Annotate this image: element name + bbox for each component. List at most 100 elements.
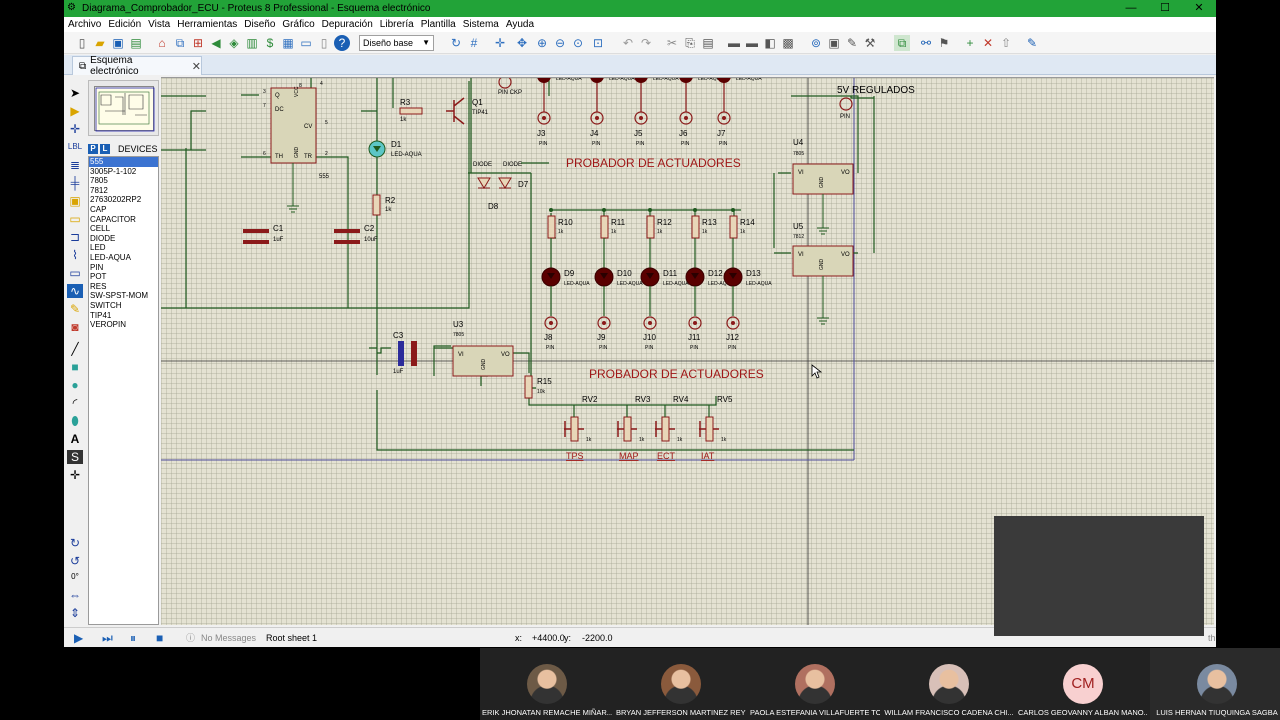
device-item[interactable]: CELL xyxy=(89,224,158,234)
new-file-icon[interactable]: ▯ xyxy=(74,35,90,51)
block-copy-icon[interactable]: ▬ xyxy=(726,35,742,51)
marker-tool-icon[interactable]: ✛ xyxy=(67,468,83,482)
back-icon[interactable]: ◀ xyxy=(208,35,224,51)
open-folder-icon[interactable]: ▰ xyxy=(92,35,108,51)
menu-diseno[interactable]: Diseño xyxy=(244,19,275,30)
circle-tool-icon[interactable]: ● xyxy=(67,378,83,392)
layer-select[interactable]: Diseño base ▼ xyxy=(359,35,434,51)
pick-device-icon[interactable]: ⊚ xyxy=(808,35,824,51)
notes-icon[interactable]: ▭ xyxy=(298,35,314,51)
source-icon[interactable]: ▦ xyxy=(280,35,296,51)
new-sheet-icon[interactable]: + xyxy=(962,35,978,51)
menu-grafico[interactable]: Gráfico xyxy=(282,19,314,30)
grid-icon[interactable]: # xyxy=(466,35,482,51)
rotate-cw-icon[interactable]: ↻ xyxy=(67,536,83,550)
participant-tile[interactable]: ERIK JHONATAN REMACHE MIÑAR... xyxy=(480,648,614,720)
menu-archivo[interactable]: Archivo xyxy=(68,19,101,30)
device-item[interactable]: 7805 xyxy=(89,176,158,186)
device-item[interactable]: CAP xyxy=(89,205,158,215)
menu-ayuda[interactable]: Ayuda xyxy=(506,19,534,30)
virtual-instruments-icon[interactable]: ◙ xyxy=(67,320,83,334)
voltage-probe-icon[interactable]: ✎ xyxy=(67,302,83,316)
step-button[interactable]: ⏭ xyxy=(102,631,113,645)
menu-plantilla[interactable]: Plantilla xyxy=(421,19,456,30)
stop-button[interactable]: ■ xyxy=(156,631,163,645)
cut-icon[interactable]: ✂ xyxy=(664,35,680,51)
device-item[interactable]: LED-AQUA xyxy=(89,253,158,263)
arc-tool-icon[interactable]: ◜ xyxy=(67,396,83,410)
device-item[interactable]: RES xyxy=(89,282,158,292)
participant-tile[interactable]: WILLAM FRANCISCO CADENA CHI... xyxy=(882,648,1016,720)
device-item[interactable]: SWITCH xyxy=(89,301,158,311)
mirror-x-icon[interactable]: ⇔ xyxy=(67,588,83,602)
zoom-in-icon[interactable]: ⊕ xyxy=(534,35,550,51)
maximize-button[interactable]: ☐ xyxy=(1148,0,1182,17)
device-item[interactable]: POT xyxy=(89,272,158,282)
box-tool-icon[interactable]: ■ xyxy=(67,360,83,374)
block-delete-icon[interactable]: ▩ xyxy=(780,35,796,51)
menu-vista[interactable]: Vista xyxy=(148,19,170,30)
menu-depuracion[interactable]: Depuración xyxy=(322,19,373,30)
device-item[interactable]: 27630202RP2 xyxy=(89,195,158,205)
text-tool-icon[interactable]: A xyxy=(67,432,83,446)
zoom-out-icon[interactable]: ⊖ xyxy=(552,35,568,51)
block-move-icon[interactable]: ▬ xyxy=(744,35,760,51)
device-item[interactable]: 3005P-1-102 xyxy=(89,167,158,177)
symbol-tool-icon[interactable]: S xyxy=(67,450,83,464)
netlist-icon[interactable]: ✎ xyxy=(1024,35,1040,51)
play-button[interactable]: ▶ xyxy=(74,631,83,645)
search-tag-icon[interactable]: ⚯ xyxy=(918,35,934,51)
close-button[interactable]: ✕ xyxy=(1182,0,1216,17)
page-icon[interactable]: ▯ xyxy=(316,35,332,51)
tab-schematic[interactable]: ⧉ Esquema electrónico ✕ xyxy=(72,55,202,77)
zoom-area-icon[interactable]: ⊡ xyxy=(590,35,606,51)
menu-edicion[interactable]: Edición xyxy=(108,19,141,30)
menu-libreria[interactable]: Librería xyxy=(380,19,414,30)
participant-tile[interactable]: LUIS HERNAN TIUQUINGA SAGBA xyxy=(1150,648,1280,720)
device-item[interactable]: VEROPIN xyxy=(89,320,158,330)
participant-tile[interactable]: BRYAN JEFFERSON MARTINEZ REYES xyxy=(614,648,748,720)
junction-mode-icon[interactable]: ✛ xyxy=(67,122,83,136)
menu-herramientas[interactable]: Herramientas xyxy=(177,19,237,30)
3d-view-icon[interactable]: ◈ xyxy=(226,35,242,51)
refresh-icon[interactable]: ↻ xyxy=(448,35,464,51)
decompose-icon[interactable]: ⚒ xyxy=(862,35,878,51)
participant-tile[interactable]: CM CARLOS GEOVANNY ALBAN MANO... xyxy=(1016,648,1150,720)
device-item[interactable]: SW-SPST-MOM xyxy=(89,291,158,301)
device-item[interactable]: CAPACITOR xyxy=(89,215,158,225)
device-item[interactable]: 7812 xyxy=(89,186,158,196)
subcircuit-icon[interactable]: ▣ xyxy=(67,194,83,208)
save-icon[interactable]: ▣ xyxy=(110,35,126,51)
minimize-button[interactable]: — xyxy=(1114,0,1148,17)
tab-close-icon[interactable]: ✕ xyxy=(192,60,201,73)
origin-icon[interactable]: ✛ xyxy=(492,35,508,51)
device-item[interactable]: DIODE xyxy=(89,234,158,244)
rotate-ccw-icon[interactable]: ↺ xyxy=(67,554,83,568)
text-script-icon[interactable]: ≣ xyxy=(67,158,83,172)
wire-autorouter-icon[interactable]: ⧉ xyxy=(894,35,910,51)
schematic-icon[interactable]: ⧉ xyxy=(172,35,188,51)
wire-label-icon[interactable]: LBL xyxy=(67,140,83,154)
device-pins-icon[interactable]: ⊐ xyxy=(67,230,83,244)
zoom-all-icon[interactable]: ⊙ xyxy=(570,35,586,51)
pause-button[interactable]: ⏸ xyxy=(130,631,136,645)
remove-sheet-icon[interactable]: ✕ xyxy=(980,35,996,51)
device-item[interactable]: TIP41 xyxy=(89,311,158,321)
library-manager-button[interactable]: L xyxy=(100,144,110,154)
component-mode-icon[interactable]: ▶ xyxy=(67,104,83,118)
gerber-icon[interactable]: ▥ xyxy=(244,35,260,51)
exit-parent-icon[interactable]: ⇧ xyxy=(998,35,1014,51)
home-icon[interactable]: ⌂ xyxy=(154,35,170,51)
device-item[interactable]: PIN xyxy=(89,263,158,273)
device-item[interactable]: LED xyxy=(89,243,158,253)
pcb-icon[interactable]: ⊞ xyxy=(190,35,206,51)
tape-recorder-icon[interactable]: ▭ xyxy=(67,266,83,280)
selection-mode-icon[interactable]: ➤ xyxy=(67,86,83,100)
copy-icon[interactable]: ⎘ xyxy=(682,35,698,51)
bus-mode-icon[interactable]: ╪ xyxy=(67,176,83,190)
package-tool-icon[interactable]: ✎ xyxy=(844,35,860,51)
block-rotate-icon[interactable]: ◧ xyxy=(762,35,778,51)
property-tool-icon[interactable]: ⚑ xyxy=(936,35,952,51)
help-icon[interactable]: ? xyxy=(334,35,350,51)
bom-icon[interactable]: $ xyxy=(262,35,278,51)
